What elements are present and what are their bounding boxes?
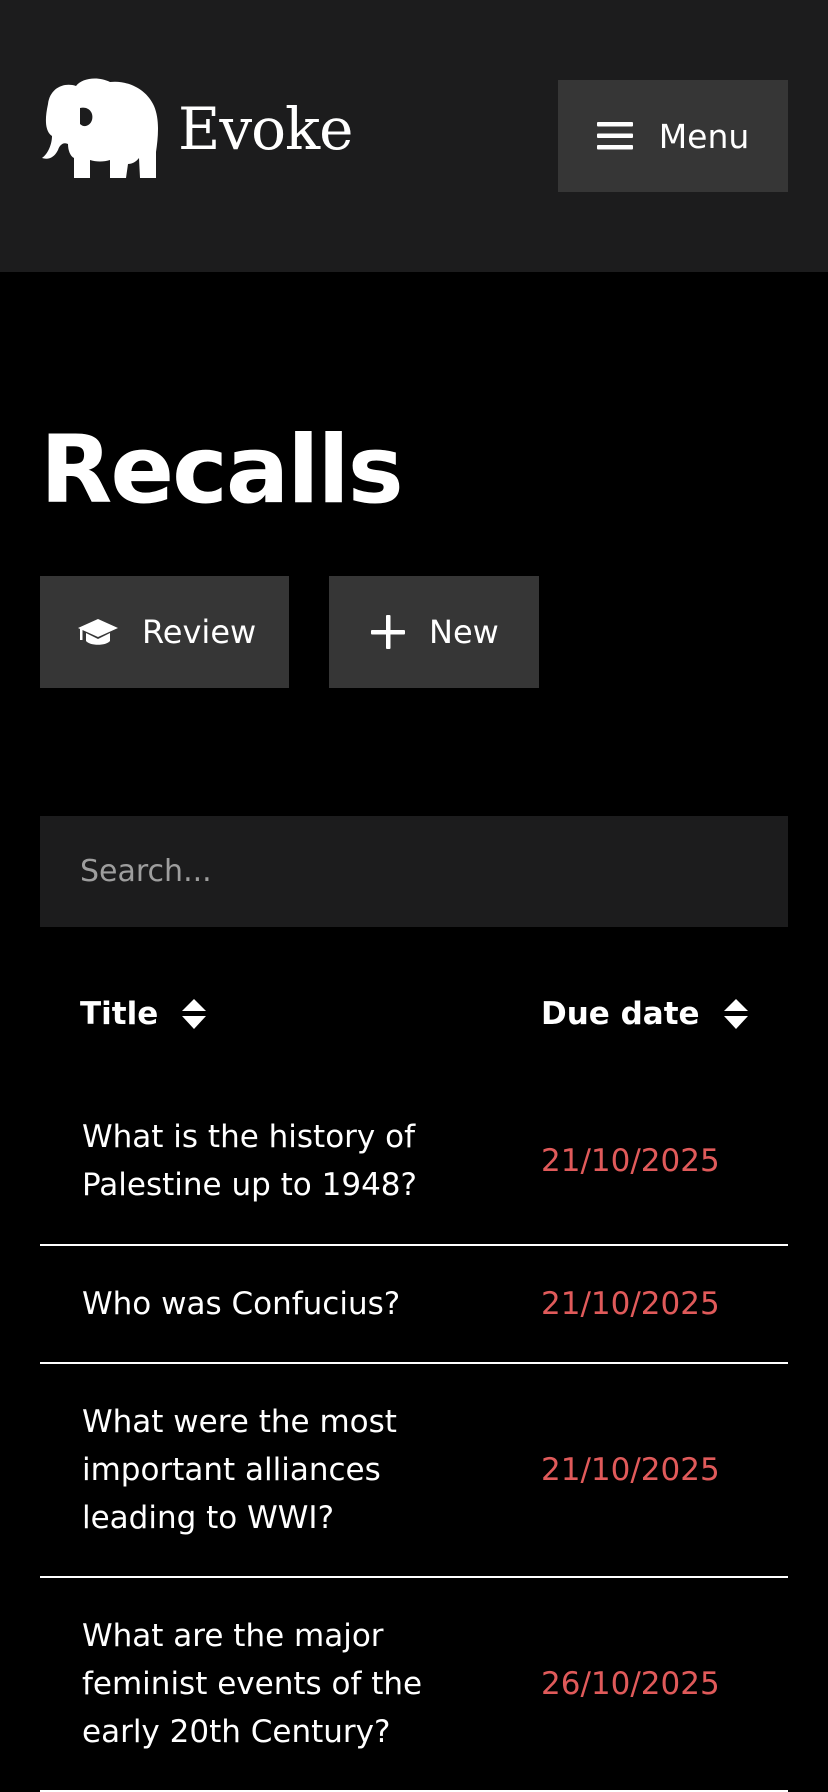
recall-title: What are the major feminist events of th… xyxy=(82,1618,423,1750)
review-label: Review xyxy=(142,613,257,651)
page-title: Recalls xyxy=(40,416,404,525)
due-date: 26/10/2025 xyxy=(541,1666,720,1702)
column-header-due-date-label: Due date xyxy=(541,996,700,1032)
plus-icon xyxy=(371,615,405,649)
due-date: 21/10/2025 xyxy=(541,1286,720,1322)
recalls-table: What is the history of Palestine up to 1… xyxy=(40,1078,788,1792)
sort-icon xyxy=(723,999,748,1029)
hamburger-icon xyxy=(596,122,633,150)
elephant-icon xyxy=(42,78,158,178)
table-row[interactable]: What is the history of Palestine up to 1… xyxy=(40,1078,788,1246)
recall-title: Who was Confucius? xyxy=(82,1286,401,1322)
due-date: 21/10/2025 xyxy=(541,1452,720,1488)
sort-icon xyxy=(182,999,207,1029)
table-row[interactable]: What were the most important alliances l… xyxy=(40,1364,788,1578)
column-header-title-label: Title xyxy=(80,996,159,1032)
due-date: 21/10/2025 xyxy=(541,1143,720,1179)
new-recall-button[interactable]: New xyxy=(329,576,539,688)
search-input[interactable] xyxy=(40,816,788,927)
menu-label: Menu xyxy=(658,116,750,156)
brand-logo[interactable]: Evoke xyxy=(40,78,353,180)
brand-name: Evoke xyxy=(178,95,353,163)
review-button[interactable]: Review xyxy=(40,576,289,688)
table-row[interactable]: Who was Confucius? 21/10/2025 xyxy=(40,1246,788,1364)
menu-button[interactable]: Menu xyxy=(558,80,788,192)
new-label: New xyxy=(429,613,499,651)
graduation-cap-icon xyxy=(78,619,118,645)
app-header: Evoke Menu xyxy=(0,0,828,272)
column-header-title[interactable]: Title xyxy=(80,996,207,1032)
recall-title: What is the history of Palestine up to 1… xyxy=(82,1119,417,1203)
table-row[interactable]: What are the major feminist events of th… xyxy=(40,1578,788,1792)
column-header-due-date[interactable]: Due date xyxy=(541,996,748,1032)
recall-title: What were the most important alliances l… xyxy=(82,1404,397,1536)
